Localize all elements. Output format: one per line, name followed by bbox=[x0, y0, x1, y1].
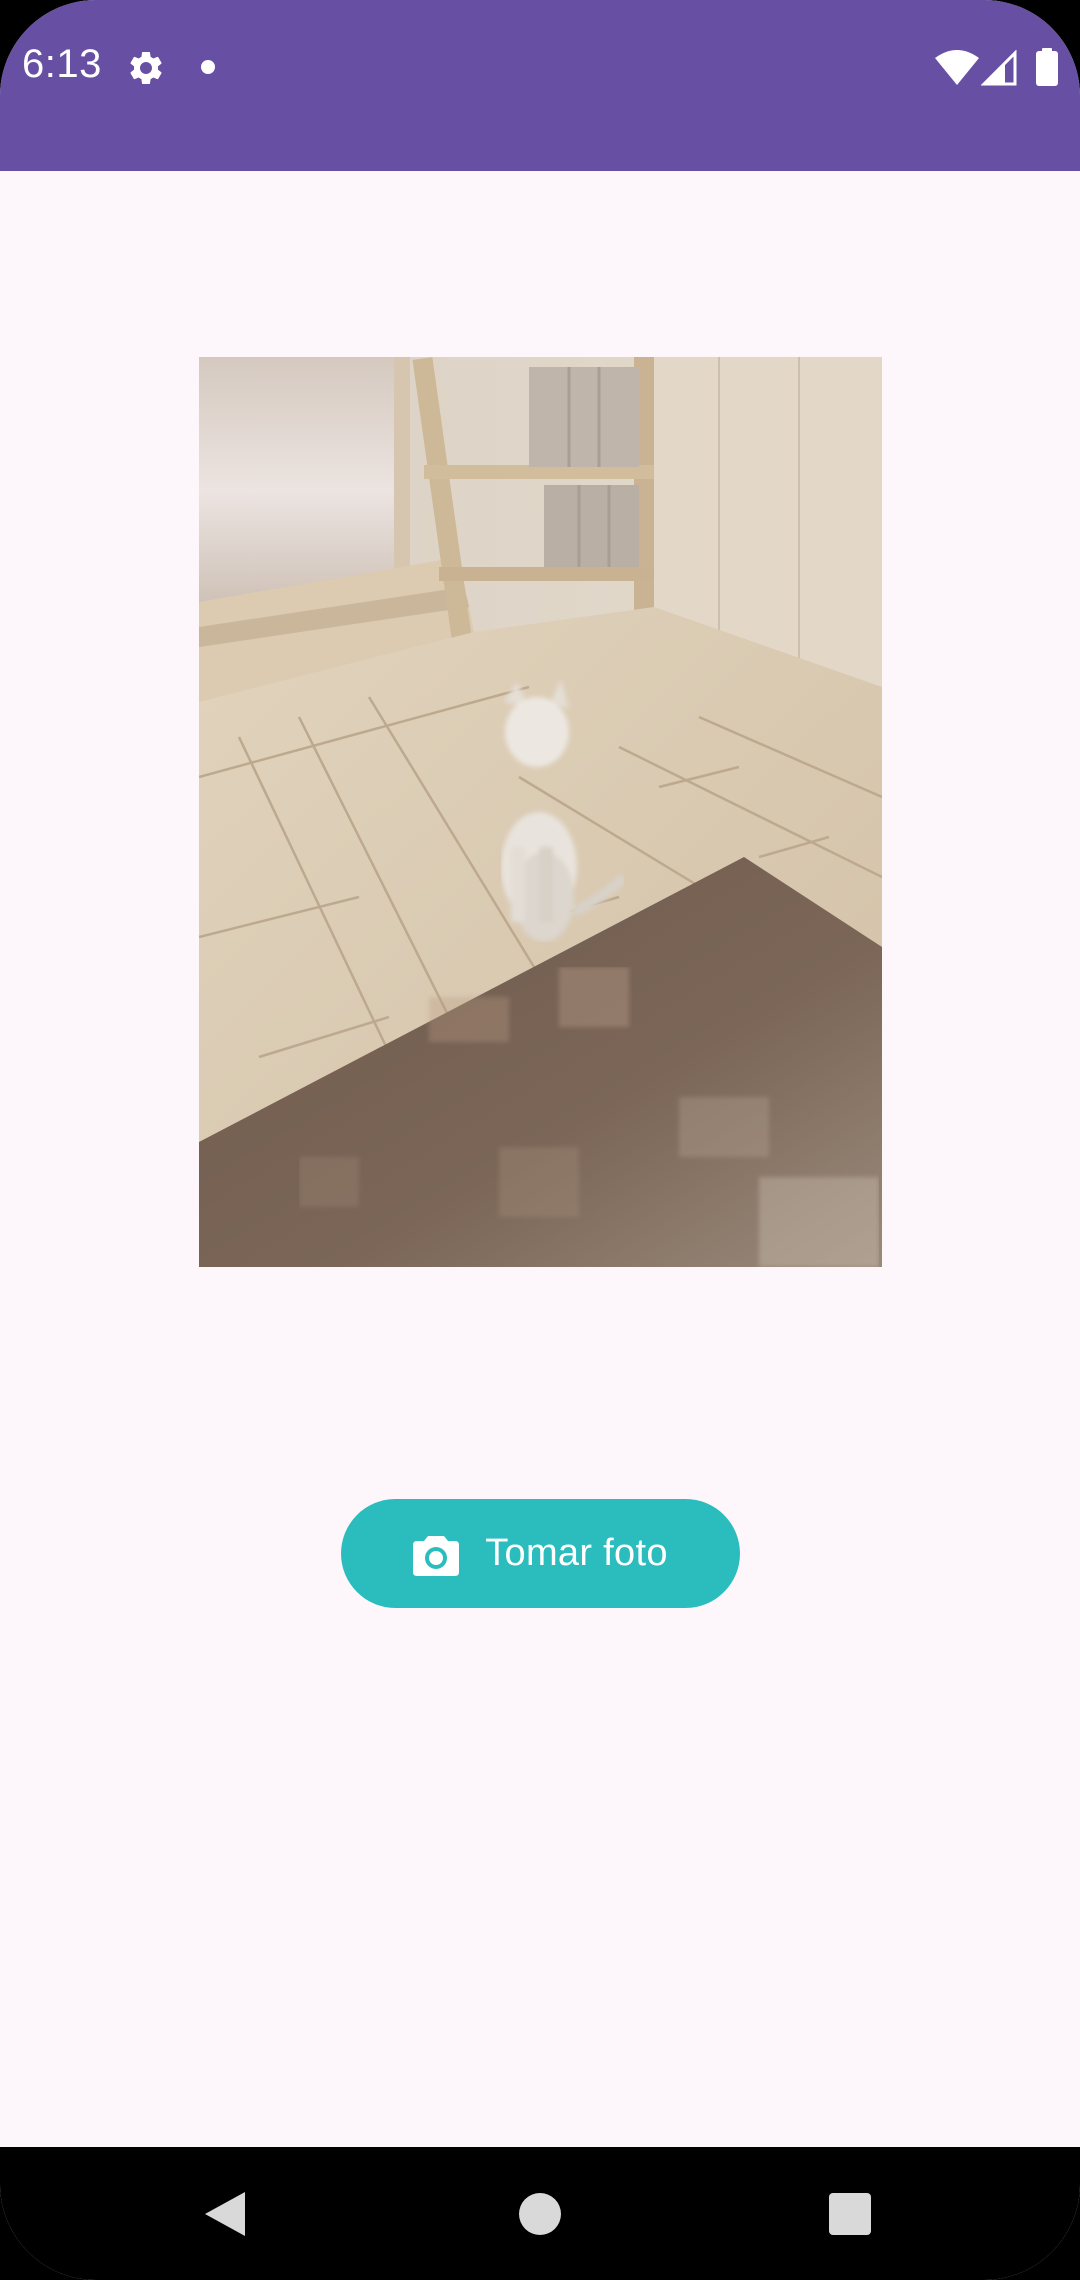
take-photo-label: Tomar foto bbox=[485, 1532, 668, 1574]
wifi-icon bbox=[935, 50, 979, 85]
status-bar: 6:13 bbox=[0, 0, 1080, 171]
notification-dot-icon bbox=[201, 60, 215, 74]
cat-in-room-photo bbox=[199, 357, 882, 1267]
back-triangle-icon[interactable] bbox=[205, 2192, 245, 2236]
camera-icon bbox=[413, 1535, 460, 1576]
phone-screen: 6:13 Tomar foto bbox=[0, 0, 1080, 2280]
navigation-bar bbox=[0, 2147, 1080, 2280]
status-time: 6:13 bbox=[22, 42, 102, 86]
battery-icon bbox=[1036, 48, 1058, 86]
recents-square-icon[interactable] bbox=[829, 2193, 871, 2235]
cellular-signal-icon bbox=[981, 50, 1017, 86]
home-circle-icon[interactable] bbox=[519, 2193, 561, 2235]
gear-icon bbox=[130, 51, 162, 84]
take-photo-button[interactable]: Tomar foto bbox=[341, 1499, 740, 1608]
